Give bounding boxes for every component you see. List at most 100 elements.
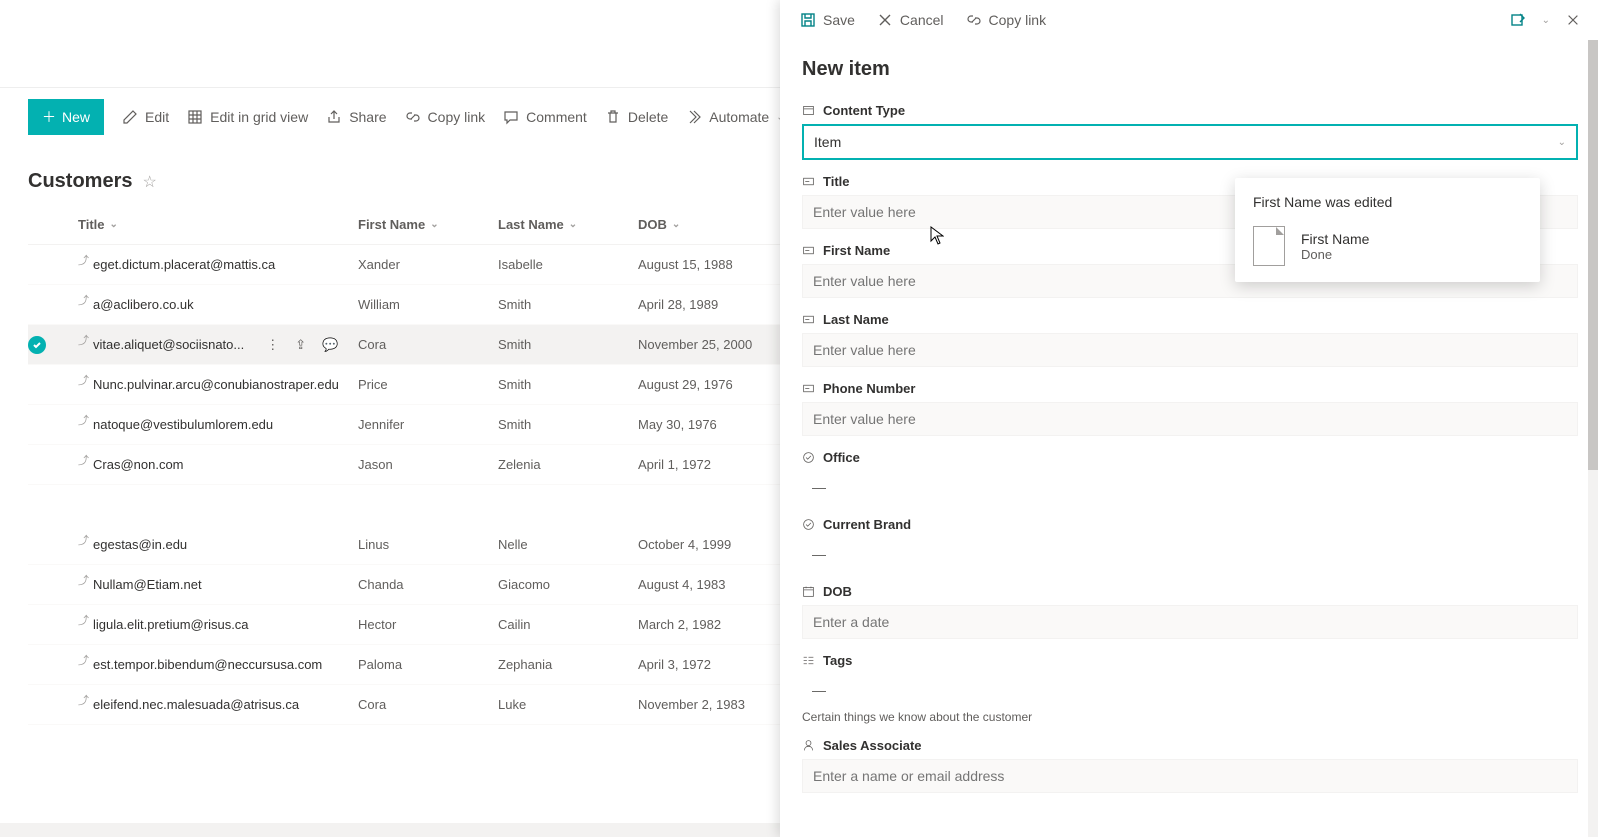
cell-dob: November 25, 2000 [638,337,798,352]
row-more-icon[interactable]: ⋮ [266,337,279,353]
favorite-star-icon[interactable]: ☆ [142,172,156,192]
shared-icon: ⤴ [78,452,89,468]
pencil-icon [122,109,138,125]
cell-first: Price [358,377,498,392]
panel-cancel-button[interactable]: Cancel [877,12,944,28]
phone-input[interactable] [802,402,1578,436]
cell-first: Cora [358,697,498,712]
cell-last: Cailin [498,617,638,632]
cell-email: ⤴a@aclibero.co.uk [78,297,358,313]
cell-email: ⤴Nullam@Etiam.net [78,577,358,593]
new-button[interactable]: ＋ New [28,99,104,135]
panel-copylink-button[interactable]: Copy link [966,12,1047,28]
person-icon [802,739,815,752]
cell-last: Smith [498,417,638,432]
field-tags: Tags — Certain things we know about the … [802,653,1578,724]
dob-input[interactable] [802,605,1578,639]
col-last[interactable]: Last Name⌄ [498,217,638,232]
cell-first: Cora [358,337,498,352]
copylink-label: Copy link [428,109,486,125]
copylink-button[interactable]: Copy link [405,109,486,125]
col-first[interactable]: First Name⌄ [358,217,498,232]
cell-last: Isabelle [498,257,638,272]
comment-label: Comment [526,109,587,125]
cell-email: ⤴Nunc.pulvinar.arcu@conubianostraper.edu [78,377,358,393]
copylink-label: Copy link [989,12,1047,28]
cell-email: ⤴est.tempor.bibendum@neccursusa.com [78,657,358,673]
cell-email: ⤴egestas@in.edu [78,537,358,553]
save-icon [800,12,816,28]
shared-icon: ⤴ [78,252,89,268]
cell-email: ⤴natoque@vestibulumlorem.edu [78,417,358,433]
x-icon [877,12,893,28]
cell-first: Chanda [358,577,498,592]
comment-button[interactable]: Comment [503,109,587,125]
cell-dob: April 1, 1972 [638,457,798,472]
panel-heading: New item [802,58,1578,81]
text-icon [802,175,815,188]
choice-icon [802,451,815,464]
cell-first: Jason [358,457,498,472]
share-icon [326,109,342,125]
sales-input[interactable] [802,759,1578,793]
share-button[interactable]: Share [326,109,386,125]
chevron-down-icon: ⌄ [672,219,680,230]
shared-icon: ⤴ [78,532,89,548]
shared-icon: ⤴ [78,292,89,308]
edit-button[interactable]: Edit [122,109,169,125]
edit-grid-button[interactable]: Edit in grid view [187,109,308,125]
field-phone: Phone Number [802,381,1578,436]
edit-form-icon[interactable] [1510,12,1526,28]
cell-first: Paloma [358,657,498,672]
cell-email: ⤴Cras@non.com [78,457,358,473]
row-comment-icon[interactable]: 💬 [322,337,338,353]
cell-dob: August 29, 1976 [638,377,798,392]
cell-last: Zephania [498,657,638,672]
close-icon[interactable] [1566,13,1580,27]
list-title: Customers [28,170,132,193]
row-selected-icon[interactable] [28,336,46,354]
cell-first: William [358,297,498,312]
notify-title: First Name was edited [1253,194,1522,210]
cell-email: ⤴eget.dictum.placerat@mattis.ca [78,257,358,273]
cell-dob: March 2, 1982 [638,617,798,632]
automate-button[interactable]: Automate ⌄ [686,109,784,125]
cell-dob: April 3, 1972 [638,657,798,672]
col-dob[interactable]: DOB⌄ [638,217,798,232]
field-office: Office — [802,450,1578,503]
content-type-select[interactable]: Item ⌄ [802,124,1578,160]
panel-toolbar: Save Cancel Copy link ⌄ [780,0,1600,40]
link-icon [405,109,421,125]
text-icon [802,313,815,326]
notification-toast: First Name was edited First Name Done [1235,178,1540,282]
row-share-icon[interactable]: ⇪ [295,337,306,353]
text-icon [802,382,815,395]
shared-icon: ⤴ [78,572,89,588]
share-label: Share [349,109,386,125]
cell-dob: August 15, 1988 [638,257,798,272]
tags-value[interactable]: — [802,674,1578,706]
delete-button[interactable]: Delete [605,109,668,125]
cell-dob: October 4, 1999 [638,537,798,552]
comment-icon [503,109,519,125]
field-content-type: Content Type Item ⌄ [802,103,1578,160]
cell-email: ⤴ligula.elit.pretium@risus.ca [78,617,358,633]
chevron-down-icon: ⌄ [569,219,577,230]
panel-body: New item Content Type Item ⌄ Title First… [780,40,1600,837]
text-icon [802,244,815,257]
plus-icon: ＋ [42,107,56,127]
cell-last: Luke [498,697,638,712]
chevron-down-icon[interactable]: ⌄ [1542,15,1550,26]
shared-icon: ⤴ [78,332,89,348]
col-title[interactable]: Title⌄ [78,217,358,232]
cell-last: Giacomo [498,577,638,592]
cell-email: ⤴vitae.aliquet@sociisnato...⋮⇪💬 [78,337,358,353]
office-value[interactable]: — [802,471,1578,503]
last-name-input[interactable] [802,333,1578,367]
panel-save-button[interactable]: Save [800,12,855,28]
brand-value[interactable]: — [802,538,1578,570]
cell-first: Linus [358,537,498,552]
delete-label: Delete [628,109,668,125]
cell-first: Jennifer [358,417,498,432]
edit-label: Edit [145,109,169,125]
